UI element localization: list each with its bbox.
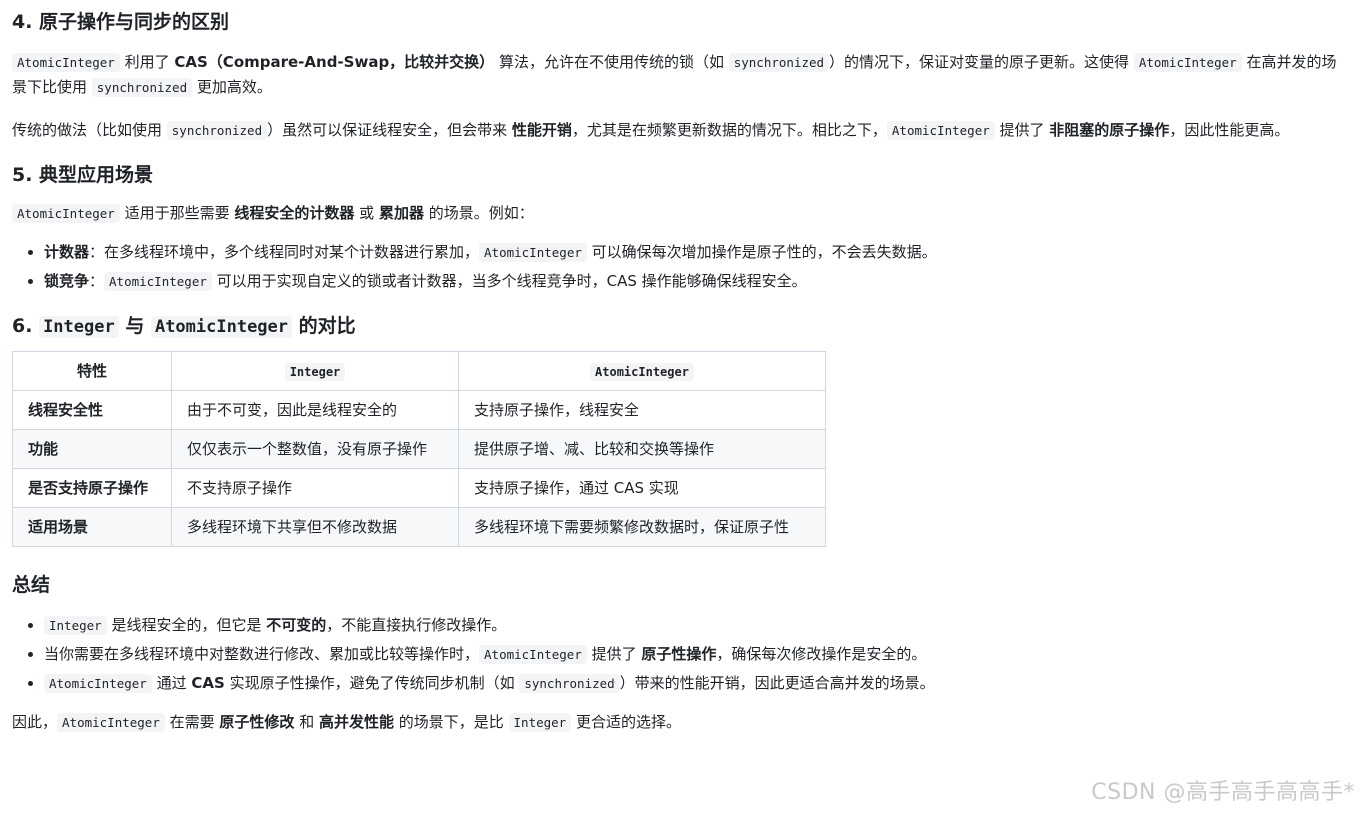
bold-text: CAS <box>191 674 225 692</box>
inline-code: AtomicInteger <box>104 272 212 291</box>
article-content: 4. 原子操作与同步的区别 AtomicInteger 利用了 CAS（Comp… <box>12 8 1347 735</box>
conclusion-paragraph: 因此， AtomicInteger 在需要 原子性修改 和 高并发性能 的场景下，… <box>12 713 681 732</box>
bold-text: CAS（Compare-And-Swap，比较并交换） <box>174 53 495 71</box>
inline-code: synchronized <box>728 53 830 72</box>
table-header-cell: AtomicInteger <box>458 351 826 391</box>
inline-code: Integer <box>284 362 346 381</box>
list-item: Integer 是线程安全的，但它是 不可变的，不能直接执行修改操作。 <box>44 611 1347 640</box>
inline-code: Integer <box>508 713 572 732</box>
inline-code: Integer <box>44 616 107 635</box>
inline-code: synchronized <box>91 78 193 97</box>
inline-code: AtomicInteger <box>57 713 165 732</box>
table-cell: 由于不可变，因此是线程安全的 <box>171 390 459 430</box>
table-row: 是否支持原子操作 不支持原子操作 支持原子操作，通过 CAS 实现 <box>12 468 826 508</box>
inline-code: AtomicInteger <box>479 645 587 664</box>
summary-heading: 总结 <box>12 574 51 596</box>
list-item: AtomicInteger 通过 CAS 实现原子性操作，避免了传统同步机制（如… <box>44 669 1347 698</box>
bold-text: 性能开销 <box>511 121 572 139</box>
table-header-cell: Integer <box>171 351 459 391</box>
table-cell: 支持原子操作，通过 CAS 实现 <box>458 468 826 508</box>
section-5-paragraph: AtomicInteger 适用于那些需要 线程安全的计数器 或 累加器 的场景… <box>12 201 1347 226</box>
inline-code: Integer <box>39 316 119 338</box>
inline-code: AtomicInteger <box>590 362 694 381</box>
bold-text: 锁竞争 <box>44 272 90 290</box>
inline-code: AtomicInteger <box>44 674 152 693</box>
bold-text: 累加器 <box>378 204 424 222</box>
section-5-list: 计数器：在多线程环境中，多个线程同时对某个计数器进行累加，AtomicInteg… <box>12 238 1347 296</box>
table-cell: 不支持原子操作 <box>171 468 459 508</box>
table-row: 线程安全性 由于不可变，因此是线程安全的 支持原子操作，线程安全 <box>12 390 826 430</box>
bold-text: 计数器 <box>44 243 90 261</box>
bold-text: 非阻塞的原子操作 <box>1049 121 1170 139</box>
section-5-heading: 5. 典型应用场景 <box>12 164 154 186</box>
inline-code: synchronized <box>166 121 268 140</box>
inline-code: AtomicInteger <box>12 53 120 72</box>
inline-code: AtomicInteger <box>1133 53 1242 72</box>
bold-text: 原子性修改 <box>219 713 295 731</box>
bold-text: 不可变的 <box>266 616 327 634</box>
table-header-row: 特性 Integer AtomicInteger <box>12 351 826 391</box>
table-cell: 功能 <box>12 429 172 469</box>
table-cell: 适用场景 <box>12 507 172 547</box>
section-4-heading: 4. 原子操作与同步的区别 <box>12 11 230 33</box>
comparison-table: 特性 Integer AtomicInteger 线程安全性 由于不可变，因此是… <box>12 351 826 547</box>
inline-code: AtomicInteger <box>886 121 995 140</box>
table-cell: 多线程环境下共享但不修改数据 <box>171 507 459 547</box>
section-4-paragraph-2: 传统的做法（比如使用 synchronized ）虽然可以保证线程安全，但会带来 … <box>12 121 1290 140</box>
list-item: 锁竞争：AtomicInteger 可以用于实现自定义的锁或者计数器，当多个线程… <box>44 267 1347 296</box>
bold-text: 高并发性能 <box>318 713 394 731</box>
csdn-watermark: CSDN @高手高手高高手* <box>1091 780 1355 805</box>
table-cell: 仅仅表示一个整数值，没有原子操作 <box>171 429 459 469</box>
list-item: 当你需要在多线程环境中对整数进行修改、累加或比较等操作时，AtomicInteg… <box>44 640 1347 669</box>
table-header-cell: 特性 <box>12 351 172 391</box>
table-row: 适用场景 多线程环境下共享但不修改数据 多线程环境下需要频繁修改数据时，保证原子… <box>12 507 826 547</box>
table-row: 功能 仅仅表示一个整数值，没有原子操作 提供原子增、减、比较和交换等操作 <box>12 429 826 469</box>
table-cell: 提供原子增、减、比较和交换等操作 <box>458 429 826 469</box>
summary-list: Integer 是线程安全的，但它是 不可变的，不能直接执行修改操作。 当你需要… <box>12 611 1347 698</box>
bold-text: 原子性操作 <box>641 645 717 663</box>
table-cell: 支持原子操作，线程安全 <box>458 390 826 430</box>
list-item: 计数器：在多线程环境中，多个线程同时对某个计数器进行累加，AtomicInteg… <box>44 238 1347 267</box>
table-cell: 多线程环境下需要频繁修改数据时，保证原子性 <box>458 507 826 547</box>
bold-text: 线程安全的计数器 <box>234 204 355 222</box>
table-cell: 是否支持原子操作 <box>12 468 172 508</box>
section-6-heading: 6. Integer 与 AtomicInteger 的对比 <box>12 315 356 338</box>
inline-code: synchronized <box>519 674 620 693</box>
table-cell: 线程安全性 <box>12 390 172 430</box>
inline-code: AtomicInteger <box>479 243 587 262</box>
inline-code: AtomicInteger <box>12 204 120 223</box>
inline-code: AtomicInteger <box>150 316 293 338</box>
section-4-paragraph-1: AtomicInteger 利用了 CAS（Compare-And-Swap，比… <box>12 53 1337 97</box>
